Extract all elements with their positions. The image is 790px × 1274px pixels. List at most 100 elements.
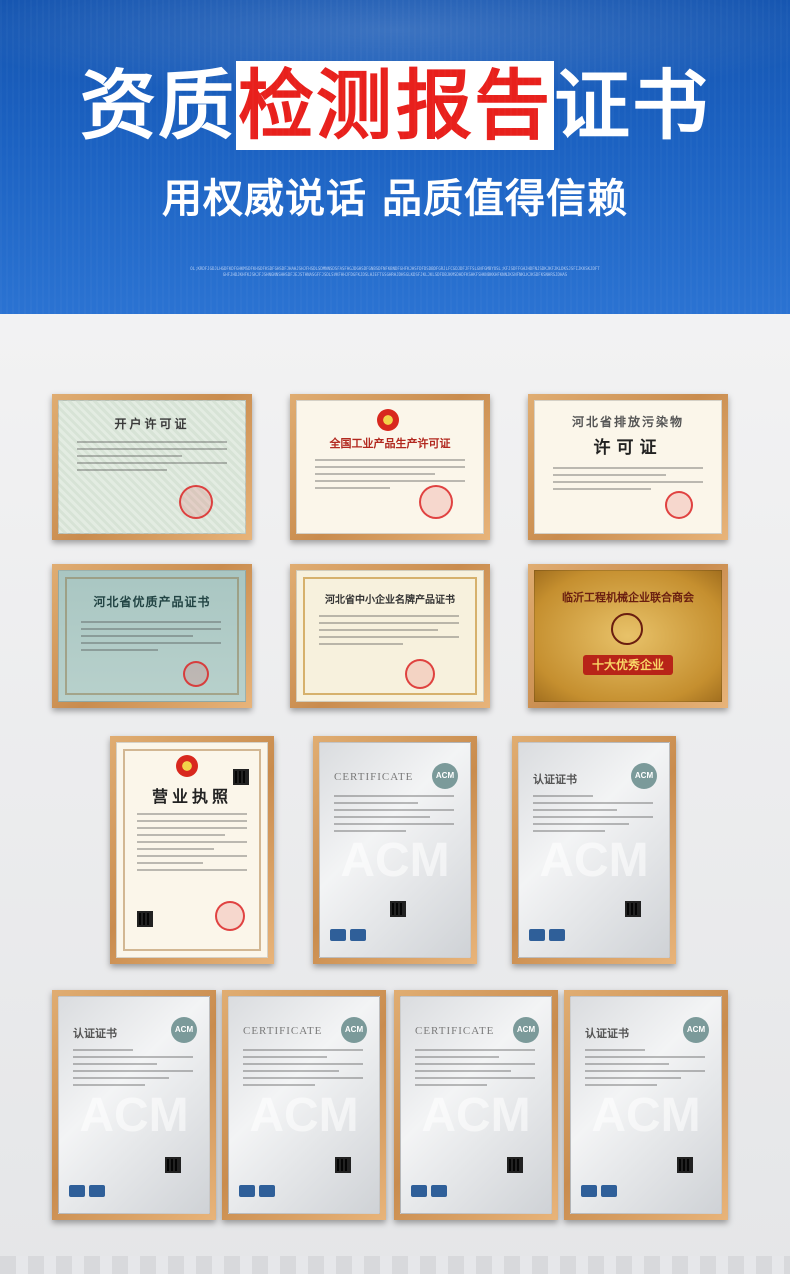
red-seal-icon [665,491,693,519]
cert-title: CERTIFICATE [415,1025,495,1037]
title-highlight-2: 报告 [396,61,554,150]
cert-title: 全国工业产品生产许可证 [329,437,451,450]
cert-text-lines [77,441,227,476]
cert-title: 开户许可证 [114,417,190,431]
certificate-frame-c4[interactable]: 河北省优质产品证书 [52,564,252,708]
page-subtitle: 用权威说话 品质值得信赖 [162,176,628,222]
certificate-c9: 认证证书 ACM ACM [518,742,670,958]
cert-text-lines [533,795,653,837]
iaf-logo-icon [581,1185,597,1197]
national-emblem-icon [377,409,399,431]
certificate-frame-c10[interactable]: 认证证书 ACM ACM [52,990,216,1220]
qr-code-icon [137,911,153,927]
certificate-c12: CERTIFICATE ACM ACM [400,996,552,1214]
cert-title: 营业执照 [151,787,232,806]
cert-subtitle: 十大优秀企业 [583,655,673,675]
acm-watermark: ACM [421,1088,531,1142]
ias-logo-icon [549,929,565,941]
cert-title: 临沂工程机械企业联合商会 [562,591,694,604]
cert-text-lines [81,621,221,656]
acm-watermark: ACM [249,1088,359,1142]
iaf-logo-icon [411,1185,427,1197]
ias-logo-icon [431,1185,447,1197]
certificate-c2: 全国工业产品生产许可证 [296,400,484,534]
certificate-c10: 认证证书 ACM ACM [58,996,210,1214]
cert-text-lines [585,1049,705,1091]
certificate-c7: 营业执照 [116,742,268,958]
certificate-frame-c1[interactable]: 开户许可证 [52,394,252,540]
title-part-2: 证书 [554,61,710,150]
qr-code-icon [165,1157,181,1173]
page-title: 资质检测报告证书 [0,58,790,154]
accreditation-logos [411,1182,451,1201]
certificate-c3: 河北省排放污染物 许可证 [534,400,722,534]
cert-text-lines [73,1049,193,1091]
certificate-c6: 临沂工程机械企业联合商会 十大优秀企业 [534,570,722,702]
header-banner: 资质检测报告证书 用权威说话 品质值得信赖 OL;KRDFJGDJLHGDFKD… [0,0,790,314]
title-highlight-1: 检测 [236,61,396,150]
certificate-c4: 河北省优质产品证书 [58,570,246,702]
cert-title: 认证证书 [73,1027,117,1040]
accreditation-logos [581,1182,621,1201]
cert-title: 河北省排放污染物 [571,415,684,429]
cert-title: 认证证书 [585,1027,629,1040]
certificate-frame-c2[interactable]: 全国工业产品生产许可证 [290,394,490,540]
certificate-frame-c12[interactable]: CERTIFICATE ACM ACM [394,990,558,1220]
red-seal-icon [419,485,453,519]
cert-title: 认证证书 [533,773,577,786]
red-seal-icon [183,661,209,687]
accreditation-logos [529,926,569,945]
certificate-c11: CERTIFICATE ACM ACM [228,996,380,1214]
acm-watermark: ACM [79,1088,189,1142]
acm-logo-icon: ACM [341,1017,367,1043]
certificate-frame-c7[interactable]: 营业执照 [110,736,274,964]
ias-logo-icon [89,1185,105,1197]
qr-code-icon [335,1157,351,1173]
certificate-c8: CERTIFICATE ACM ACM [319,742,471,958]
certificate-frame-c6[interactable]: 临沂工程机械企业联合商会 十大优秀企业 [528,564,728,708]
iaf-logo-icon [330,929,346,941]
cert-text-lines [137,813,247,876]
red-seal-icon [179,485,213,519]
iaf-logo-icon [239,1185,255,1197]
cert-text-lines [334,795,454,837]
acm-logo-icon: ACM [631,763,657,789]
accreditation-logos [330,926,370,945]
acm-watermark: ACM [591,1088,701,1142]
acm-logo-icon: ACM [171,1017,197,1043]
cert-title: CERTIFICATE [334,771,414,783]
certificate-frame-c3[interactable]: 河北省排放污染物 许可证 [528,394,728,540]
ias-logo-icon [259,1185,275,1197]
cert-text-lines [243,1049,363,1091]
title-part-1: 资质 [80,61,236,150]
acm-watermark: ACM [340,833,450,887]
decorative-tagline: OL;KRDFJGDJLHGDFKDFGHKMSDFKHSDFKSDFGHSDF… [190,266,600,277]
cert-text-lines [319,615,459,650]
qr-code-icon [233,769,249,785]
acm-logo-icon: ACM [513,1017,539,1043]
certificate-frame-c9[interactable]: 认证证书 ACM ACM [512,736,676,964]
red-seal-icon [215,901,245,931]
iaf-logo-icon [69,1185,85,1197]
certificate-c1: 开户许可证 [58,400,246,534]
acm-logo-icon: ACM [432,763,458,789]
certificate-c13: 认证证书 ACM ACM [570,996,722,1214]
certificate-frame-c11[interactable]: CERTIFICATE ACM ACM [222,990,386,1220]
certificate-frame-c13[interactable]: 认证证书 ACM ACM [564,990,728,1220]
qr-code-icon [390,901,406,917]
acm-logo-icon: ACM [683,1017,709,1043]
qr-code-icon [507,1157,523,1173]
certificate-c5: 河北省中小企业名牌产品证书 [296,570,484,702]
accreditation-logos [69,1182,109,1201]
cert-title: CERTIFICATE [243,1025,323,1037]
cert-text-lines [415,1049,535,1091]
ias-logo-icon [350,929,366,941]
certificate-frame-c8[interactable]: CERTIFICATE ACM ACM [313,736,477,964]
qr-code-icon [625,901,641,917]
qr-code-icon [677,1157,693,1173]
red-seal-icon [405,659,435,689]
cert-title: 河北省优质产品证书 [93,595,211,609]
chamber-logo-icon [611,613,643,645]
bottom-decor-stripe [0,1256,790,1274]
certificate-frame-c5[interactable]: 河北省中小企业名牌产品证书 [290,564,490,708]
